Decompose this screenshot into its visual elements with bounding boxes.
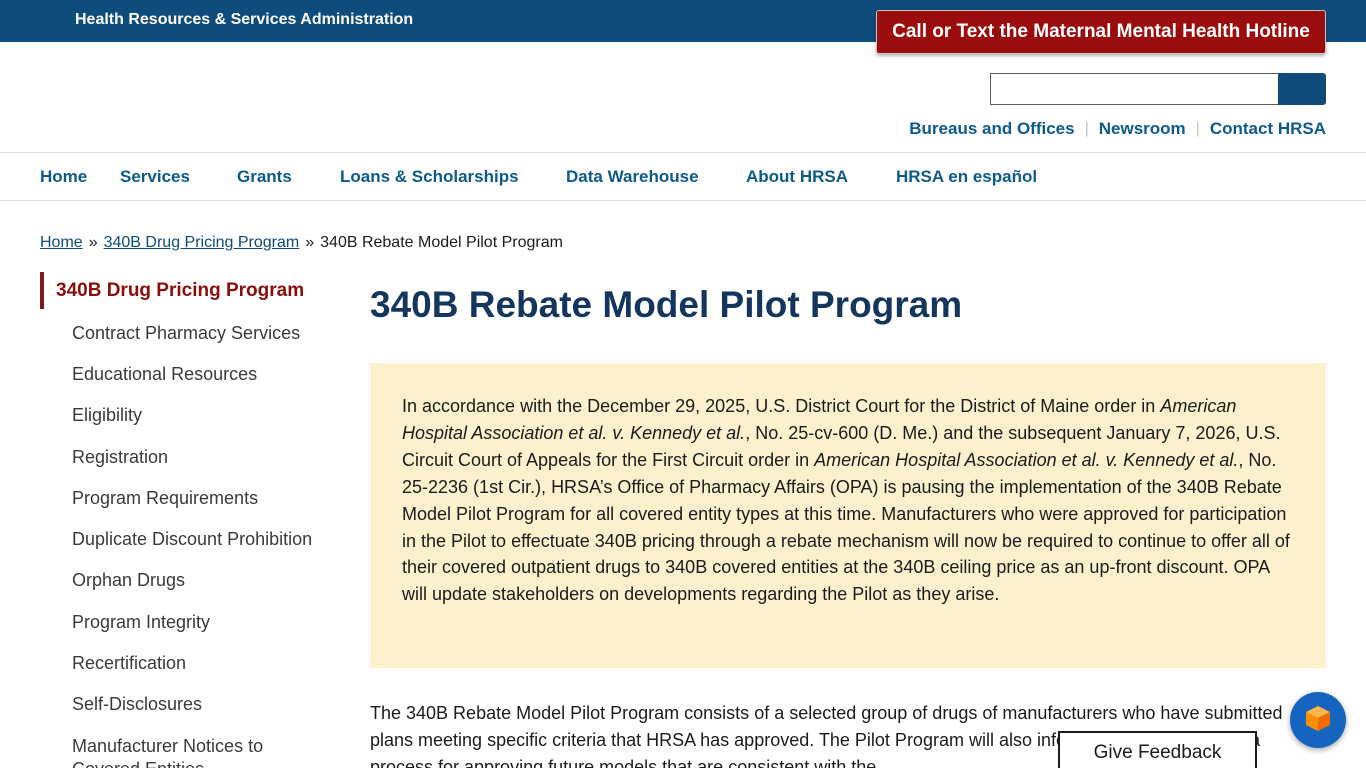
page-title: 340B Rebate Model Pilot Program — [370, 284, 963, 325]
sidenav-item[interactable]: Program Requirements — [72, 487, 258, 509]
search-input[interactable] — [990, 73, 1279, 105]
cube-icon — [1303, 703, 1333, 738]
nav-data-warehouse[interactable]: Data Warehouse — [566, 167, 699, 187]
side-nav: 340B Drug Pricing Program Contract Pharm… — [40, 272, 330, 768]
main-nav: Home Services Grants Loans & Scholarship… — [0, 152, 1366, 201]
breadcrumb: Home » 340B Drug Pricing Program » 340B Reba… — [40, 234, 563, 252]
nav-home[interactable]: Home — [40, 167, 87, 187]
sidenav-item[interactable]: Educational Resources — [72, 363, 257, 385]
hotline-button[interactable]: Call or Text the Maternal Mental Health … — [876, 10, 1326, 54]
breadcrumb-current: 340B Rebate Model Pilot Program — [320, 234, 563, 251]
notice-text-part: , No. 25-2236 (1st Cir.), HRSA’s Office … — [402, 449, 1290, 605]
contact-hrsa-link[interactable]: Contact HRSA — [1210, 119, 1326, 139]
notice-box: In accordance with the December 29, 2025… — [370, 363, 1326, 668]
give-feedback-button[interactable]: Give Feedback — [1058, 731, 1257, 768]
sidenav-heading[interactable]: 340B Drug Pricing Program — [40, 272, 330, 309]
nav-loans-scholarships[interactable]: Loans & Scholarships — [340, 167, 519, 187]
sidenav-item[interactable]: Self-Disclosures — [72, 693, 202, 715]
breadcrumb-separator: » — [88, 234, 98, 251]
sidenav-item[interactable]: Manufacturer Notices to — [72, 735, 263, 757]
breadcrumb-340b[interactable]: 340B Drug Pricing Program — [104, 234, 300, 251]
nav-services[interactable]: Services — [120, 167, 190, 187]
sidenav-item-continued[interactable]: Covered Entities — [72, 758, 204, 768]
sidenav-item[interactable]: Orphan Drugs — [72, 569, 185, 591]
utility-links: Bureaus and Offices | Newsroom | Contact… — [909, 119, 1326, 139]
sidenav-item[interactable]: Program Integrity — [72, 611, 210, 633]
notice-text-part: In accordance with the December 29, 2025… — [402, 396, 1161, 416]
case-name: American Hospital Association et al. v. … — [814, 449, 1239, 470]
newsroom-link[interactable]: Newsroom — [1099, 119, 1186, 139]
nav-grants[interactable]: Grants — [237, 167, 292, 187]
breadcrumb-home[interactable]: Home — [40, 234, 83, 251]
sidenav-item[interactable]: Contract Pharmacy Services — [72, 322, 300, 344]
sidenav-item[interactable]: Duplicate Discount Prohibition — [72, 528, 312, 550]
bureaus-offices-link[interactable]: Bureaus and Offices — [909, 119, 1074, 139]
nav-hrsa-espanol[interactable]: HRSA en español — [896, 167, 1037, 187]
search-button[interactable] — [1278, 73, 1326, 105]
divider: | — [1195, 120, 1200, 137]
nav-about-hrsa[interactable]: About HRSA — [746, 167, 848, 187]
sidenav-item[interactable]: Registration — [72, 446, 168, 468]
divider: | — [1084, 120, 1089, 137]
sidenav-item[interactable]: Eligibility — [72, 404, 142, 426]
breadcrumb-separator: » — [305, 234, 315, 251]
chat-widget-button[interactable] — [1290, 692, 1346, 748]
agency-name[interactable]: Health Resources & Services Administrati… — [75, 11, 413, 29]
sidenav-item[interactable]: Recertification — [72, 652, 186, 674]
notice-text: In accordance with the December 29, 2025… — [402, 393, 1294, 608]
